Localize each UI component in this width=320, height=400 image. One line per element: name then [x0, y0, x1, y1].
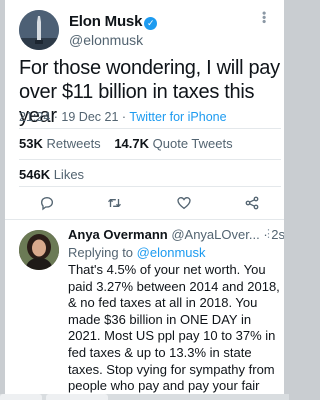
more-dots-icon[interactable]: •••	[257, 11, 271, 24]
tweet-actions	[5, 192, 284, 216]
reply-header: Anya Overmann @AnyaLOver... · 2s	[68, 227, 284, 242]
bottom-tab	[0, 394, 42, 400]
retweets-count: 53K	[19, 136, 43, 151]
tweet-client-link[interactable]: Twitter for iPhone	[129, 110, 226, 124]
likes-label: Likes	[53, 167, 85, 182]
more-dots-icon[interactable]: ⋮	[263, 227, 274, 240]
meta-separator: ·	[121, 110, 127, 124]
engagement-stats: 53K Retweets 14.7K Quote Tweets	[19, 136, 233, 151]
elon-avatar[interactable]	[19, 10, 59, 50]
share-icon[interactable]	[241, 192, 263, 214]
reply-author-avatar[interactable]	[19, 230, 59, 270]
author-name[interactable]: Elon Musk ✓	[69, 13, 158, 30]
replying-prefix: Replying to	[68, 245, 134, 260]
retweet-icon[interactable]	[103, 192, 125, 214]
reply-author-name[interactable]: Anya Overmann	[68, 227, 168, 242]
divider	[19, 159, 281, 160]
divider	[19, 186, 281, 187]
quotes-count: 14.7K	[114, 136, 150, 151]
reply-author-handle[interactable]: @AnyaLOver...	[171, 227, 259, 242]
likes-stat[interactable]: 546K Likes	[19, 167, 84, 182]
quotes-label: Quote Tweets	[152, 136, 233, 151]
author-handle[interactable]: @elonmusk	[69, 32, 143, 48]
reply-icon[interactable]	[36, 192, 58, 214]
replying-to: Replying to @elonmusk	[68, 245, 206, 260]
bottom-tab	[46, 394, 108, 400]
replying-to-handle[interactable]: @elonmusk	[137, 245, 206, 260]
bottom-bar	[0, 394, 289, 400]
divider	[5, 219, 284, 220]
author-name-text[interactable]: Elon Musk	[69, 13, 142, 30]
quotes-stat[interactable]: 14.7K Quote Tweets	[114, 136, 232, 151]
tweet-detail-screen: Elon Musk ✓ @elonmusk ••• For those wonde…	[5, 0, 284, 394]
tweet-meta: 21:24 · 19 Dec 21 · Twitter for iPhone	[19, 110, 227, 124]
retweets-stat[interactable]: 53K Retweets	[19, 136, 101, 151]
likes-count: 546K	[19, 167, 51, 182]
divider	[19, 128, 281, 129]
verified-badge-icon: ✓	[144, 17, 158, 30]
meta-separator: ·	[53, 110, 58, 124]
retweets-label: Retweets	[46, 136, 101, 151]
heart-icon[interactable]	[173, 192, 195, 214]
tweet-time: 21:24	[19, 110, 51, 124]
reply-text: That's 4.5% of your net worth. You paid …	[68, 262, 280, 394]
tweet-date: 19 Dec 21	[61, 110, 119, 124]
